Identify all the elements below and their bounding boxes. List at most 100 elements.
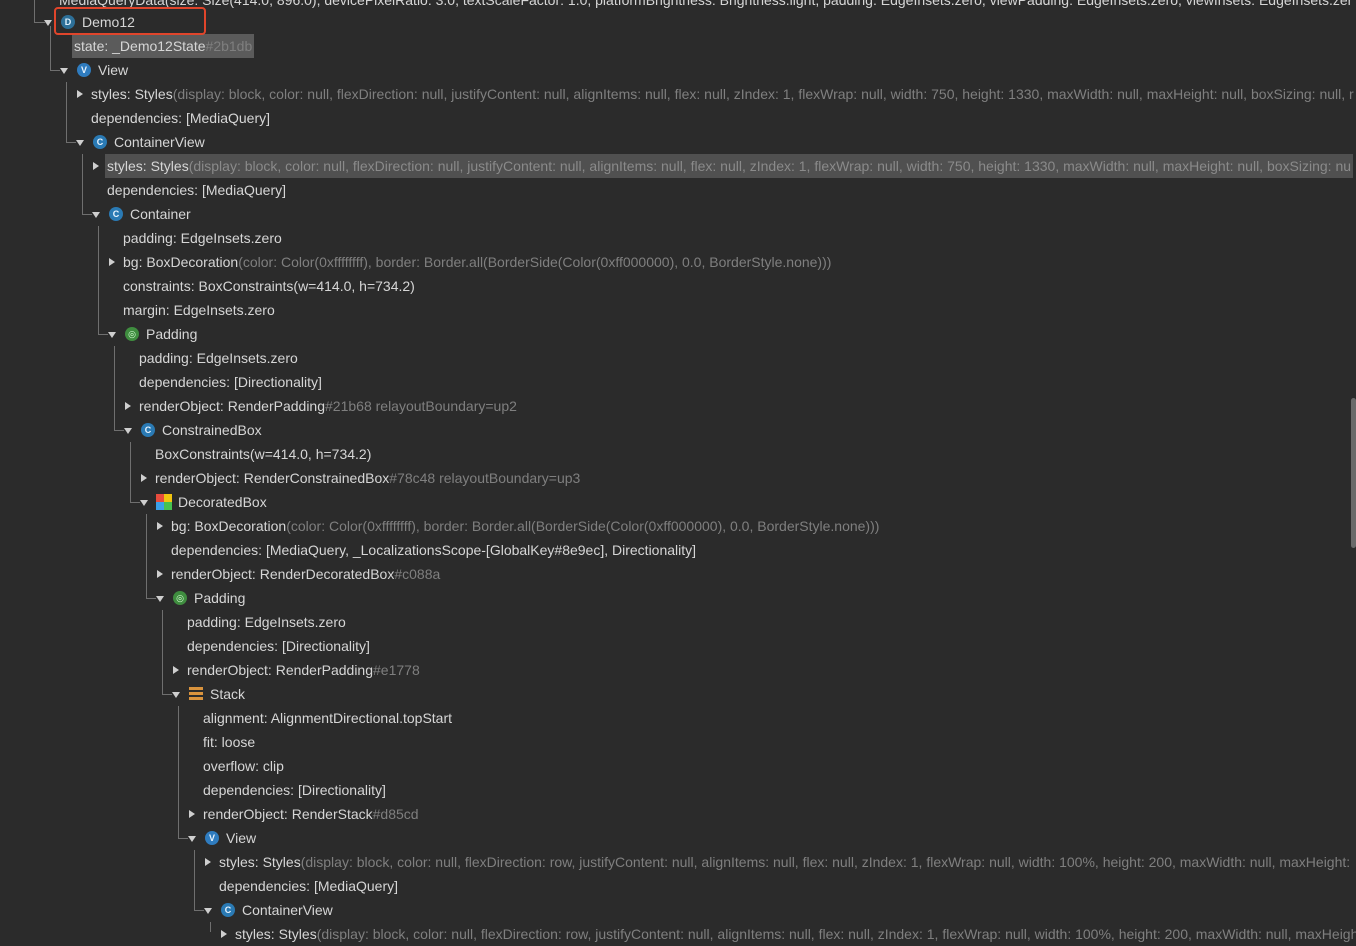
widget-tree: MediaQueryData(size: Size(414.0, 896.0),… bbox=[0, 0, 1356, 942]
node-label: Padding bbox=[146, 326, 198, 342]
tree-row-property[interactable]: dependencies: [Directionality] bbox=[0, 778, 1356, 802]
tree-guide-line bbox=[66, 142, 76, 143]
property-label: dependencies: [MediaQuery] bbox=[91, 110, 270, 126]
property-label: padding: EdgeInsets.zero bbox=[187, 614, 346, 630]
expand-toggle[interactable] bbox=[90, 154, 102, 178]
expand-toggle[interactable] bbox=[154, 514, 166, 538]
node-label: Padding bbox=[194, 590, 246, 606]
tree-guide-line bbox=[178, 706, 179, 838]
tree-row-property[interactable]: renderObject: RenderPadding#e1778 bbox=[0, 658, 1356, 682]
decorated-box-icon bbox=[156, 494, 172, 510]
property-line: bg: BoxDecoration(color: Color(0xfffffff… bbox=[123, 250, 831, 274]
property-label: bg: BoxDecoration bbox=[123, 254, 239, 270]
tree-row-property[interactable]: styles: Styles(display: block, color: nu… bbox=[0, 922, 1356, 946]
component-icon: C bbox=[109, 207, 123, 221]
property-label: alignment: AlignmentDirectional.topStart bbox=[203, 710, 453, 726]
property-label: styles: Styles bbox=[219, 854, 301, 870]
vertical-scrollbar[interactable] bbox=[1351, 398, 1356, 548]
property-label: margin: EdgeInsets.zero bbox=[123, 302, 275, 318]
property-suffix: #2b1db bbox=[205, 38, 253, 54]
tree-guide-line bbox=[34, 0, 35, 22]
expand-toggle[interactable] bbox=[186, 802, 198, 826]
property-label: renderObject: RenderConstrainedBox bbox=[155, 470, 390, 486]
tree-row-padding[interactable]: ◎ Padding bbox=[0, 586, 1356, 610]
tree-row-property[interactable]: bg: BoxDecoration(color: Color(0xfffffff… bbox=[0, 250, 1356, 274]
tree-guide-line bbox=[194, 910, 204, 911]
expand-toggle[interactable] bbox=[202, 850, 214, 874]
tree-row-property[interactable]: styles: Styles(display: block, color: nu… bbox=[0, 82, 1356, 106]
tree-guide-line bbox=[130, 502, 140, 503]
property-suffix: (display: block, color: null, flexDirect… bbox=[188, 158, 1352, 174]
property-label: styles: Styles bbox=[107, 158, 189, 174]
property-line: styles: Styles(display: block, color: nu… bbox=[107, 154, 1351, 178]
stack-icon bbox=[189, 687, 203, 701]
state-property: state: _Demo12State#2b1db bbox=[72, 34, 255, 58]
tree-row-property[interactable]: BoxConstraints(w=414.0, h=734.2) bbox=[0, 442, 1356, 466]
property-suffix: #78c48 relayoutBoundary=up3 bbox=[389, 470, 581, 486]
expand-toggle[interactable] bbox=[154, 562, 166, 586]
property-line: renderObject: RenderPadding#e1778 bbox=[187, 658, 420, 682]
tree-guide-line bbox=[82, 154, 83, 214]
tree-guide-line bbox=[50, 70, 60, 71]
tree-row-property-selected[interactable]: styles: Styles(display: block, color: nu… bbox=[93, 154, 1353, 178]
tree-row-property[interactable]: fit: loose bbox=[0, 730, 1356, 754]
expand-toggle[interactable] bbox=[74, 82, 86, 106]
expand-toggle[interactable] bbox=[218, 922, 230, 946]
tree-row-decoratedbox[interactable]: DecoratedBox bbox=[0, 490, 1356, 514]
tree-row-property[interactable]: renderObject: RenderConstrainedBox#78c48… bbox=[0, 466, 1356, 490]
tree-row-property[interactable]: constraints: BoxConstraints(w=414.0, h=7… bbox=[0, 274, 1356, 298]
tree-row-property[interactable]: dependencies: [MediaQuery] bbox=[0, 178, 1356, 202]
expand-toggle[interactable] bbox=[122, 394, 134, 418]
tree-row-containerview[interactable]: C ContainerView bbox=[0, 130, 1356, 154]
property-label: fit: loose bbox=[203, 734, 256, 750]
tree-row-property[interactable]: renderObject: RenderDecoratedBox#c088a bbox=[0, 562, 1356, 586]
tree-row-property[interactable]: dependencies: [MediaQuery] bbox=[0, 874, 1356, 898]
tree-row-property[interactable]: dependencies: [MediaQuery] bbox=[0, 106, 1356, 130]
tree-guide-line bbox=[66, 82, 67, 142]
tree-row-property[interactable]: dependencies: [MediaQuery, _Localization… bbox=[0, 538, 1356, 562]
tree-row-view[interactable]: V View bbox=[0, 826, 1356, 850]
expand-toggle[interactable] bbox=[170, 658, 182, 682]
tree-row-property[interactable]: bg: BoxDecoration(color: Color(0xfffffff… bbox=[0, 514, 1356, 538]
tree-row-property[interactable]: padding: EdgeInsets.zero bbox=[0, 610, 1356, 634]
tree-row-property[interactable]: margin: EdgeInsets.zero bbox=[0, 298, 1356, 322]
padding-icon: ◎ bbox=[125, 327, 139, 341]
tree-row-property[interactable]: padding: EdgeInsets.zero bbox=[0, 226, 1356, 250]
tree-row-property[interactable]: styles: Styles(display: block, color: nu… bbox=[0, 850, 1356, 874]
node-label: Container bbox=[130, 206, 191, 222]
tree-row-property[interactable]: padding: EdgeInsets.zero bbox=[0, 346, 1356, 370]
property-label: dependencies: [MediaQuery] bbox=[219, 878, 398, 894]
tree-row-property[interactable]: overflow: clip bbox=[0, 754, 1356, 778]
tree-row-property[interactable]: renderObject: RenderStack#d85cd bbox=[0, 802, 1356, 826]
node-label: View bbox=[98, 62, 129, 78]
expand-toggle[interactable] bbox=[138, 466, 150, 490]
property-suffix: #e1778 bbox=[373, 662, 420, 678]
property-suffix: (display: block, color: null, flexDirect… bbox=[172, 86, 1354, 102]
expand-toggle[interactable] bbox=[106, 250, 118, 274]
node-label: Stack bbox=[210, 686, 246, 702]
tree-guide-line bbox=[114, 346, 115, 430]
tree-guide-line bbox=[162, 694, 172, 695]
tree-row-property[interactable]: alignment: AlignmentDirectional.topStart bbox=[0, 706, 1356, 730]
tree-row-stack[interactable]: Stack bbox=[0, 682, 1356, 706]
property-line: renderObject: RenderStack#d85cd bbox=[203, 802, 419, 826]
property-line: bg: BoxDecoration(color: Color(0xfffffff… bbox=[171, 514, 879, 538]
tree-row-constrainedbox[interactable]: C ConstrainedBox bbox=[0, 418, 1356, 442]
property-label: state: _Demo12State bbox=[74, 38, 206, 54]
tree-row-container[interactable]: C Container bbox=[0, 202, 1356, 226]
tree-row-property[interactable]: dependencies: [Directionality] bbox=[0, 634, 1356, 658]
property-line: renderObject: RenderDecoratedBox#c088a bbox=[171, 562, 440, 586]
tree-row-property[interactable]: renderObject: RenderPadding#21b68 relayo… bbox=[0, 394, 1356, 418]
tree-row-property[interactable]: dependencies: [Directionality] bbox=[0, 370, 1356, 394]
component-icon: C bbox=[93, 135, 107, 149]
tree-guide-line bbox=[34, 22, 46, 23]
property-label: dependencies: [Directionality] bbox=[187, 638, 370, 654]
property-label: dependencies: [Directionality] bbox=[139, 374, 322, 390]
node-label: ConstrainedBox bbox=[162, 422, 262, 438]
tree-guide-line bbox=[82, 214, 92, 215]
tree-row-view[interactable]: V View bbox=[0, 58, 1356, 82]
tree-row-state[interactable]: state: _Demo12State#2b1db bbox=[0, 34, 1356, 58]
property-label: constraints: BoxConstraints(w=414.0, h=7… bbox=[123, 278, 415, 294]
node-label: DecoratedBox bbox=[178, 494, 267, 510]
tree-row-padding[interactable]: ◎ Padding bbox=[0, 322, 1356, 346]
